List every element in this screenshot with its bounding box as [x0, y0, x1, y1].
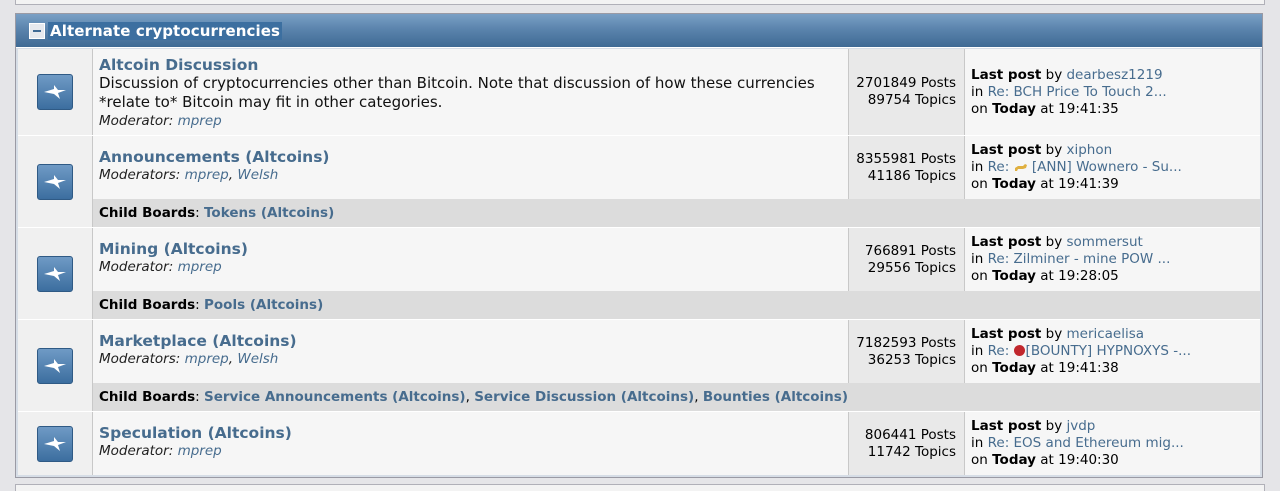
red-circle-icon	[1013, 345, 1025, 356]
board-row: Marketplace (Altcoins) Moderators: mprep…	[18, 320, 1260, 384]
last-post-info: Last post by dearbesz1219 in Re: BCH Pri…	[965, 49, 1260, 135]
topic-count: 89754 Topics	[867, 92, 956, 108]
board-moderators: Moderator: mprep	[99, 259, 222, 275]
collapse-icon[interactable]	[29, 22, 45, 39]
last-post-user[interactable]: mericaelisa	[1066, 326, 1144, 342]
moderator-link[interactable]: mprep	[178, 113, 222, 129]
child-board-link[interactable]: Service Announcements (Altcoins)	[204, 389, 466, 405]
last-post-info: Last post by xiphon in Re: [ANN] Wownero…	[965, 136, 1260, 199]
board-row: Mining (Altcoins) Moderator: mprep 76689…	[18, 228, 1260, 292]
last-post-user[interactable]: jvdp	[1066, 418, 1095, 434]
last-post-topic[interactable]: Re: Zilminer - mine POW ...	[988, 251, 1171, 267]
last-post-user[interactable]: xiphon	[1066, 142, 1112, 158]
child-boards-row: Child Boards: Service Announcements (Alt…	[18, 383, 1260, 412]
topic-count: 29556 Topics	[867, 259, 956, 276]
moderator-link[interactable]: mprep	[185, 167, 229, 183]
post-count: 7182593 Posts	[856, 334, 956, 351]
board-stats: 766891 Posts 29556 Topics	[849, 228, 965, 291]
last-post-user[interactable]: sommersut	[1066, 234, 1142, 250]
board-icon[interactable]	[37, 163, 73, 200]
board-row: Altcoin Discussion Discussion of cryptoc…	[18, 49, 1260, 136]
board-stats: 806441 Posts 11742 Topics	[849, 412, 965, 475]
last-post-topic[interactable]: Re: [BOUNTY] HYPNOXYS -...	[988, 343, 1191, 359]
dog-emoji-icon	[1014, 164, 1027, 171]
child-board-link[interactable]: Tokens (Altcoins)	[204, 205, 334, 221]
board-title[interactable]: Announcements (Altcoins)	[99, 148, 842, 166]
board-icon[interactable]	[37, 425, 73, 462]
moderator-link[interactable]: mprep	[178, 443, 222, 459]
last-post-topic[interactable]: Re: [ANN] Wownero - Su...	[988, 159, 1182, 175]
topic-count: 11742 Topics	[867, 443, 956, 460]
board-title[interactable]: Marketplace (Altcoins)	[99, 332, 842, 350]
moderator-link[interactable]: Welsh	[237, 351, 278, 367]
board-icon[interactable]	[37, 255, 73, 292]
last-post-info: Last post by jvdp in Re: EOS and Ethereu…	[965, 412, 1260, 475]
moderator-link[interactable]: mprep	[185, 351, 229, 367]
board-title[interactable]: Mining (Altcoins)	[99, 240, 842, 258]
topic-count: 41186 Topics	[867, 167, 956, 184]
board-description: Discussion of cryptocurrencies other tha…	[99, 74, 815, 111]
board-title[interactable]: Altcoin Discussion	[99, 56, 842, 74]
topic-count: 36253 Topics	[867, 351, 956, 368]
last-post-info: Last post by sommersut in Re: Zilminer -…	[965, 228, 1260, 291]
previous-section-edge	[15, 0, 1265, 5]
child-board-link[interactable]: Service Discussion (Altcoins)	[474, 389, 694, 405]
last-post-topic[interactable]: Re: BCH Price To Touch 2...	[988, 84, 1167, 100]
board-list: Altcoin Discussion Discussion of cryptoc…	[16, 48, 1262, 477]
category-title[interactable]: Alternate cryptocurrencies	[48, 21, 283, 40]
post-count: 2701849 Posts	[856, 75, 956, 91]
board-moderators: Moderator: mprep	[99, 113, 222, 129]
last-post-user[interactable]: dearbesz1219	[1066, 67, 1162, 83]
post-count: 8355981 Posts	[856, 150, 956, 167]
board-title[interactable]: Speculation (Altcoins)	[99, 424, 842, 442]
post-count: 766891 Posts	[864, 242, 956, 259]
board-row: Speculation (Altcoins) Moderator: mprep …	[18, 412, 1260, 475]
moderator-link[interactable]: Welsh	[237, 167, 278, 183]
board-stats: 2701849 Posts 89754 Topics	[849, 49, 965, 135]
moderator-link[interactable]: mprep	[178, 259, 222, 275]
category-header: Alternate cryptocurrencies	[16, 14, 1262, 48]
board-icon[interactable]	[37, 347, 73, 384]
last-post-topic[interactable]: Re: EOS and Ethereum mig...	[988, 435, 1184, 451]
next-section-edge	[15, 484, 1265, 491]
board-row: Announcements (Altcoins) Moderators: mpr…	[18, 136, 1260, 200]
post-count: 806441 Posts	[864, 426, 956, 443]
board-icon[interactable]	[37, 74, 73, 110]
child-boards-row: Child Boards: Pools (Altcoins)	[18, 291, 1260, 320]
board-stats: 7182593 Posts 36253 Topics	[849, 320, 965, 383]
child-board-link[interactable]: Pools (Altcoins)	[204, 297, 323, 313]
board-moderators: Moderator: mprep	[99, 443, 222, 459]
board-moderators: Moderators: mprep, Welsh	[99, 167, 279, 183]
board-moderators: Moderators: mprep, Welsh	[99, 351, 279, 367]
board-stats: 8355981 Posts 41186 Topics	[849, 136, 965, 199]
category-section: Alternate cryptocurrencies Altcoin Discu…	[15, 13, 1263, 478]
last-post-info: Last post by mericaelisa in Re: [BOUNTY]…	[965, 320, 1260, 383]
child-boards-row: Child Boards: Tokens (Altcoins)	[18, 199, 1260, 228]
child-board-link[interactable]: Bounties (Altcoins)	[703, 389, 848, 405]
